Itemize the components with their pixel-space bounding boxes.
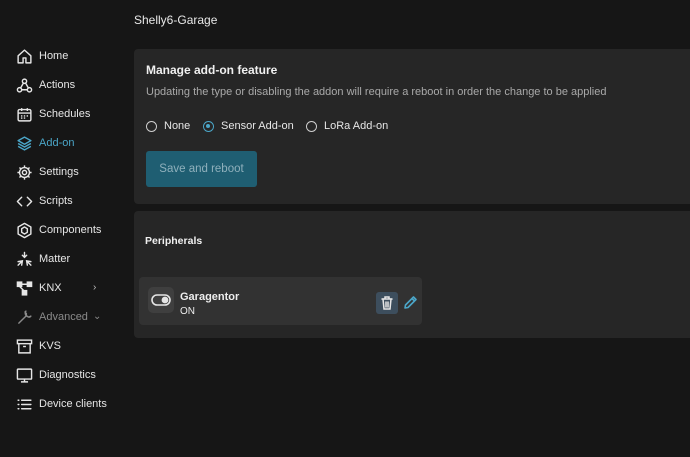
sidebar-item-components[interactable]: Components — [0, 216, 128, 245]
sidebar-item-label: Schedules — [39, 108, 91, 120]
sidebar-item-label: Device clients — [39, 398, 107, 410]
sidebar-item-actions[interactable]: Actions — [0, 71, 128, 100]
code-icon — [16, 193, 33, 210]
sidebar-item-matter[interactable]: Matter — [0, 245, 128, 274]
radio-label: LoRa Add-on — [324, 120, 389, 132]
trash-icon — [381, 296, 393, 310]
sidebar-item-device-clients[interactable]: Device clients — [0, 390, 128, 419]
layers-icon — [16, 135, 33, 152]
sidebar-item-settings[interactable]: Settings — [0, 158, 128, 187]
sidebar-item-scripts[interactable]: Scripts — [0, 187, 128, 216]
chevron-down-icon: ⌄ — [93, 311, 102, 322]
peripherals-title: Peripherals — [145, 235, 203, 247]
archive-icon — [16, 338, 33, 355]
radio-label: None — [164, 120, 191, 132]
sidebar-item-schedules[interactable]: Schedules — [0, 100, 128, 129]
sidebar-item-label: KVS — [39, 340, 62, 352]
radio-circle — [306, 120, 317, 132]
knx-icon — [16, 280, 33, 297]
gear-icon — [16, 164, 33, 181]
wrench-icon — [16, 309, 33, 326]
radio-circle — [203, 120, 214, 132]
components-icon — [16, 222, 33, 239]
device-title: Shelly6-Garage — [134, 13, 218, 27]
calendar-icon — [16, 106, 33, 123]
sidebar-item-label: KNX — [39, 282, 62, 294]
sidebar-item-label: Advanced — [39, 311, 88, 323]
radio-sensor-addon[interactable]: Sensor Add-on — [203, 119, 294, 133]
sidebar-item-home[interactable]: Home — [0, 42, 128, 71]
sidebar-item-label: Scripts — [39, 195, 73, 207]
sidebar-item-label: Settings — [39, 166, 79, 178]
sidebar-item-label: Matter — [39, 253, 71, 265]
radio-label: Sensor Add-on — [221, 120, 294, 132]
sidebar-item-addon[interactable]: Add-on — [0, 129, 128, 158]
peripheral-name: Garagentor — [180, 291, 240, 303]
toggle-icon — [148, 287, 174, 313]
sidebar-item-knx[interactable]: KNX › — [0, 274, 128, 303]
sidebar-item-label: Components — [39, 224, 102, 236]
sidebar-item-label: Diagnostics — [39, 369, 96, 381]
matter-icon — [16, 251, 33, 268]
home-icon — [16, 48, 33, 65]
peripheral-state: ON — [180, 306, 195, 317]
addon-settings-card: Manage add-on feature Updating the type … — [134, 49, 690, 204]
chevron-right-icon: › — [93, 282, 97, 293]
delete-button[interactable] — [376, 292, 398, 314]
radio-lora-addon[interactable]: LoRa Add-on — [306, 119, 388, 133]
sidebar-item-label: Actions — [39, 79, 76, 91]
peripheral-item: Garagentor ON — [139, 277, 422, 325]
monitor-icon — [16, 367, 33, 384]
pencil-icon — [404, 296, 417, 309]
sidebar-item-label: Home — [39, 50, 69, 62]
edit-button[interactable] — [402, 293, 418, 311]
sidebar-item-advanced[interactable]: Advanced ⌄ — [0, 303, 128, 332]
radio-circle — [146, 120, 157, 132]
sidebar: Home Actions Schedules Add-on Settings S… — [0, 42, 128, 419]
sidebar-item-label: Add-on — [39, 137, 75, 149]
radio-none[interactable]: None — [146, 119, 190, 133]
list-icon — [16, 396, 33, 413]
sidebar-item-kvs[interactable]: KVS — [0, 332, 128, 361]
peripherals-card: Peripherals Garagentor ON — [134, 211, 690, 338]
sidebar-item-diagnostics[interactable]: Diagnostics — [0, 361, 128, 390]
addon-card-title: Manage add-on feature — [146, 63, 278, 77]
addon-description: Updating the type or disabling the addon… — [146, 86, 607, 98]
save-and-reboot-button[interactable]: Save and reboot — [146, 151, 257, 187]
webhook-icon — [16, 77, 33, 94]
